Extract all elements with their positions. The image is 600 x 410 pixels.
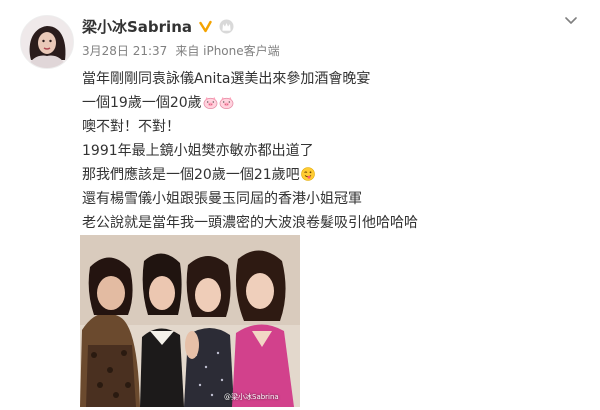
username-link[interactable]: 梁小冰Sabrina [82,16,192,37]
post-header: 梁小冰Sabrina [82,15,234,37]
post-body: 當年剛剛同袁詠儀Anita選美出來參加酒會晚宴 一個19歲一個20歲 噢不對！不… [82,67,582,235]
post-photo[interactable]: @梁小冰Sabrina [80,235,300,407]
post-line-3: 噢不對！不對！ [82,119,180,135]
post-timestamp-link[interactable]: 3月28日 21:37 [82,44,167,58]
post-line-2: 一個19歲一個20歲 [82,91,582,115]
post-line-4: 1991年最上鏡小姐樊亦敏亦都出道了 [82,143,314,159]
post-source[interactable]: 来自 iPhone客户端 [175,44,279,58]
pig-face-emoji-icon [219,96,234,109]
post-meta: 3月28日 21:37 来自 iPhone客户端 [82,42,280,59]
crown-badge-icon[interactable] [218,18,234,34]
post-line-2-text: 一個19歲一個20歲 [82,95,202,111]
post-line-6: 還有楊雪儀小姐跟張曼玉同屆的香港小姐冠軍 [82,191,362,207]
verified-icon[interactable] [198,19,212,33]
photo-watermark: @梁小冰Sabrina [224,393,279,401]
post-line-7: 老公說就是當年我一頭濃密的大波浪卷髮吸引他哈哈哈 [82,215,418,231]
pig-face-emoji-icon [203,96,218,109]
avatar-photo [21,16,73,68]
group-photo-image [80,235,300,407]
more-options-chevron-icon[interactable] [564,14,578,28]
wink-tongue-emoji-icon [300,167,315,181]
post-line-5-text: 那我們應該是一個20歲一個21歲吧 [82,167,300,183]
post-line-5: 那我們應該是一個20歲一個21歲吧 [82,163,582,187]
post-line-1: 當年剛剛同袁詠儀Anita選美出來參加酒會晚宴 [82,71,371,87]
avatar[interactable] [20,15,74,69]
